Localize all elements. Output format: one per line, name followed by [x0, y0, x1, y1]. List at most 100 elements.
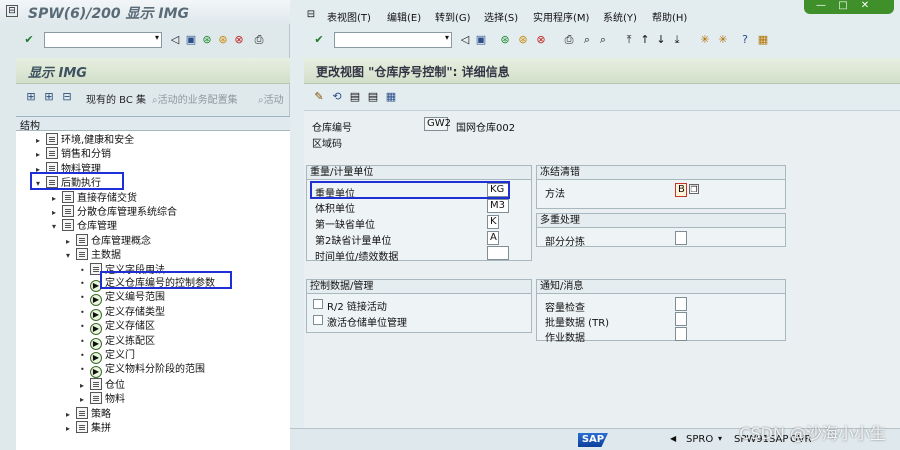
tree-node[interactable]: ▸ 策略 [66, 406, 111, 422]
partial-picking-field[interactable] [675, 231, 687, 245]
tree-node[interactable]: ▸ 仓库管理概念 [66, 233, 151, 248]
enter-icon[interactable]: ✔ [22, 33, 36, 47]
dropdown-icon[interactable]: ▾ [155, 33, 159, 42]
expand-icon[interactable]: ⊞ [42, 90, 56, 104]
active-short-button[interactable]: ⌕活动 [258, 91, 284, 106]
collapsed-arrow-icon[interactable]: ▸ [36, 148, 46, 162]
menu-help[interactable]: 帮助(H) [652, 9, 687, 24]
collapsed-arrow-icon[interactable]: ▸ [66, 408, 76, 422]
menu-system[interactable]: 系统(Y) [603, 9, 637, 24]
command-field[interactable]: ▾ [44, 32, 162, 48]
documentation-icon[interactable] [90, 392, 102, 405]
tree-node[interactable]: ▸ 仓位 [80, 377, 125, 393]
collapsed-arrow-icon[interactable]: ▸ [52, 192, 62, 206]
maximize-icon[interactable]: □ [834, 0, 852, 12]
batch-data-field[interactable] [675, 312, 687, 326]
help-icon[interactable]: ? [738, 33, 752, 47]
tree-node[interactable]: • ▶ 定义存储类型 [80, 306, 165, 321]
capacity-check-field[interactable] [675, 297, 687, 311]
last-page-icon[interactable]: ⤓ [670, 33, 684, 47]
window-menu-icon[interactable]: ⊟ [304, 8, 318, 22]
execute-activity-icon[interactable]: ▶ [90, 294, 102, 307]
documentation-icon[interactable] [62, 190, 74, 203]
find-next-icon[interactable]: ⌕ [596, 33, 610, 47]
first-page-icon[interactable]: ⤒ [622, 33, 636, 47]
tree-node[interactable]: • ▶ 定义物料分阶段的范围 [80, 363, 205, 379]
execute-activity-icon[interactable]: ▶ [90, 366, 102, 379]
documentation-icon[interactable] [76, 406, 88, 419]
cancel-icon[interactable]: ⊗ [534, 33, 548, 47]
tree-node[interactable]: ▾ 主数据 [66, 248, 121, 262]
documentation-icon[interactable] [76, 248, 88, 261]
active-bc-set-button[interactable]: ⌕活动的业务配置集 [152, 91, 238, 106]
close-icon[interactable]: ✕ [856, 0, 874, 12]
tree-node[interactable]: ▸ 环境,健康和安全 [36, 133, 134, 147]
table-view-icon[interactable]: ▦ [384, 90, 398, 104]
tree-node[interactable]: • ▶ 定义拣配区 [80, 335, 155, 350]
execute-activity-icon[interactable]: ▶ [90, 308, 102, 321]
tree-node[interactable]: • ▶ 定义门 [80, 349, 135, 364]
print-icon[interactable]: ⎙ [562, 33, 576, 47]
menu-selection[interactable]: 选择(S) [484, 9, 518, 24]
documentation-icon[interactable] [90, 377, 102, 390]
menu-goto[interactable]: 转到(G) [435, 9, 471, 24]
structure-icon[interactable]: ⊞ [24, 90, 38, 104]
collapse-icon[interactable]: ⊟ [60, 90, 74, 104]
enter-icon[interactable]: ✔ [312, 33, 326, 47]
menu-utilities[interactable]: 实用程序(M) [533, 9, 589, 24]
method-field[interactable]: B [675, 183, 687, 197]
print-icon[interactable]: ⎙ [252, 33, 266, 47]
minimize-icon[interactable]: — [812, 0, 830, 12]
tree-node[interactable]: ▸ 分散仓库管理系统综合 [52, 205, 177, 219]
other-object-icon[interactable]: ⟲ [330, 90, 344, 104]
exit-icon[interactable]: ⊛ [516, 33, 530, 47]
second-default-unit-field[interactable]: A [487, 231, 499, 245]
display-change-icon[interactable]: ✎ [312, 90, 326, 104]
documentation-icon[interactable] [76, 421, 88, 433]
first-default-unit-field[interactable]: K [487, 215, 499, 229]
documentation-icon[interactable] [62, 219, 74, 232]
command-field[interactable]: ▾ [334, 32, 452, 48]
execute-activity-icon[interactable]: ▶ [90, 323, 102, 336]
tree-node[interactable]: ▸ 集拼 [66, 421, 111, 435]
next-entry-icon[interactable]: ▤ [366, 90, 380, 104]
window-menu-icon[interactable]: ⊟ [6, 5, 18, 17]
back-icon[interactable]: ⊛ [498, 33, 512, 47]
exit-icon[interactable]: ⊛ [216, 33, 230, 47]
tree-node[interactable]: ▸ 直接存储交货 [52, 190, 137, 206]
next-page-icon[interactable]: ↓ [654, 33, 668, 47]
tree-node[interactable]: • ▶ 定义存储区 [80, 320, 155, 336]
time-unit-field[interactable] [487, 246, 509, 260]
documentation-icon[interactable] [46, 147, 58, 160]
back-history-icon[interactable]: ◁ [168, 33, 182, 47]
collapsed-arrow-icon[interactable]: ▸ [52, 206, 62, 220]
tree-node[interactable]: • ▶ 定义编号范围 [80, 291, 165, 307]
execute-activity-icon[interactable]: ▶ [90, 352, 102, 364]
tree-node[interactable]: ▾ 仓库管理 [52, 219, 117, 233]
menu-table-view[interactable]: 表视图(T) [327, 9, 371, 24]
prev-page-icon[interactable]: ↑ [638, 33, 652, 47]
execute-activity-icon[interactable]: ▶ [90, 337, 102, 350]
tree-node[interactable]: ▸ 销售和分销 [36, 147, 111, 161]
cancel-icon[interactable]: ⊗ [232, 33, 246, 47]
collapsed-arrow-icon[interactable]: ▸ [66, 422, 76, 436]
job-data-field[interactable] [675, 327, 687, 341]
collapsed-arrow-icon[interactable]: ▸ [80, 393, 90, 407]
dropdown-icon[interactable]: ▾ [445, 33, 449, 42]
layout-icon[interactable]: ▦ [756, 33, 770, 47]
expanded-arrow-icon[interactable]: ▾ [66, 249, 76, 263]
find-icon[interactable]: ⌕ [580, 33, 594, 47]
previous-entry-icon[interactable]: ▤ [348, 90, 362, 104]
shortcut-icon[interactable]: ✳ [716, 33, 730, 47]
collapsed-arrow-icon[interactable]: ▸ [80, 379, 90, 393]
status-dropdown-icon[interactable]: ▾ [718, 434, 722, 443]
status-triangle-icon[interactable]: ◀ [670, 434, 676, 443]
documentation-icon[interactable] [76, 233, 88, 246]
volume-unit-field[interactable]: M3 [487, 199, 509, 213]
activate-su-checkbox[interactable] [313, 315, 323, 325]
save-icon[interactable]: ▣ [474, 33, 488, 47]
back-history-icon[interactable]: ◁ [458, 33, 472, 47]
tree-node[interactable]: ▸ 物料 [80, 392, 125, 406]
r2-link-checkbox[interactable] [313, 299, 323, 309]
save-icon[interactable]: ▣ [184, 33, 198, 47]
